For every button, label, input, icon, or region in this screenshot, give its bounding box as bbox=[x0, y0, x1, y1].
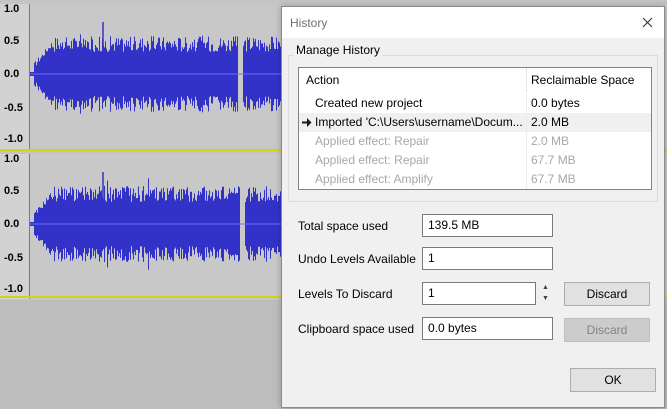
levels-spinner[interactable]: ▲ ▼ bbox=[538, 282, 553, 305]
history-row[interactable]: Applied effect: Repair 67.7 MB bbox=[299, 151, 651, 170]
row-space: 2.0 MB bbox=[531, 134, 570, 148]
total-space-field[interactable]: 139.5 MB bbox=[422, 214, 553, 237]
axis-tick-label: 0.5 bbox=[4, 35, 20, 47]
history-row-current[interactable]: Imported 'C:\Users\username\Docum... 2.0… bbox=[299, 113, 651, 132]
discard-button[interactable]: Discard bbox=[564, 282, 650, 306]
history-row[interactable]: Applied effect: Amplify 67.7 MB bbox=[299, 170, 651, 189]
row-action: Applied effect: Repair bbox=[299, 151, 527, 170]
row-space: 67.7 MB bbox=[531, 153, 576, 167]
row-space: 0.0 bytes bbox=[531, 96, 580, 110]
ok-button[interactable]: OK bbox=[570, 368, 656, 392]
clipboard-space-field[interactable]: 0.0 bytes bbox=[422, 317, 553, 340]
axis-tick-label: -1.0 bbox=[4, 283, 23, 295]
vertical-ruler: 1.0 0.5 0.0 -0.5 -1.0 bbox=[0, 154, 30, 299]
axis-tick-label: -1.0 bbox=[4, 133, 23, 145]
close-button[interactable] bbox=[638, 13, 656, 31]
history-dialog: History Manage History Action Reclaimabl… bbox=[281, 6, 665, 408]
clipboard-discard-button[interactable]: Discard bbox=[564, 318, 650, 342]
column-header-reclaimable-space[interactable]: Reclaimable Space bbox=[527, 68, 651, 92]
group-label: Manage History bbox=[294, 43, 383, 57]
axis-tick-label: -0.5 bbox=[4, 102, 23, 114]
axis-tick-label: 1.0 bbox=[4, 3, 20, 15]
arrow-right-icon bbox=[302, 118, 312, 127]
row-action: Applied effect: Repair bbox=[299, 132, 527, 151]
spin-down-icon[interactable]: ▼ bbox=[538, 293, 553, 304]
history-row[interactable]: Created new project 0.0 bytes bbox=[299, 94, 651, 113]
total-space-label: Total space used bbox=[298, 219, 389, 233]
column-header-action[interactable]: Action bbox=[299, 68, 527, 92]
row-space: 2.0 MB bbox=[531, 115, 570, 129]
axis-tick-label: 0.5 bbox=[4, 185, 20, 197]
undo-levels-label: Undo Levels Available bbox=[298, 252, 416, 266]
axis-tick-label: 1.0 bbox=[4, 153, 20, 165]
row-action: Applied effect: Amplify bbox=[299, 170, 527, 189]
dialog-titlebar[interactable]: History bbox=[282, 7, 664, 38]
axis-tick-label: 0.0 bbox=[4, 218, 20, 230]
undo-levels-field[interactable]: 1 bbox=[422, 247, 553, 270]
close-icon bbox=[642, 17, 652, 27]
dialog-title: History bbox=[290, 16, 328, 30]
vertical-ruler: 1.0 0.5 0.0 -0.5 -1.0 bbox=[0, 4, 30, 149]
row-space: 67.7 MB bbox=[531, 172, 576, 186]
row-action: Imported 'C:\Users\username\Docum... bbox=[299, 113, 527, 132]
levels-to-discard-input[interactable]: 1 bbox=[422, 282, 536, 305]
spin-up-icon[interactable]: ▲ bbox=[538, 282, 553, 293]
axis-tick-label: 0.0 bbox=[4, 68, 20, 80]
row-action: Created new project bbox=[299, 94, 527, 113]
history-row[interactable]: Applied effect: Repair 2.0 MB bbox=[299, 132, 651, 151]
clipboard-space-label: Clipboard space used bbox=[298, 322, 415, 336]
axis-tick-label: -0.5 bbox=[4, 252, 23, 264]
levels-to-discard-label: Levels To Discard bbox=[298, 287, 393, 301]
history-list[interactable]: Action Reclaimable Space Created new pro… bbox=[298, 67, 652, 190]
